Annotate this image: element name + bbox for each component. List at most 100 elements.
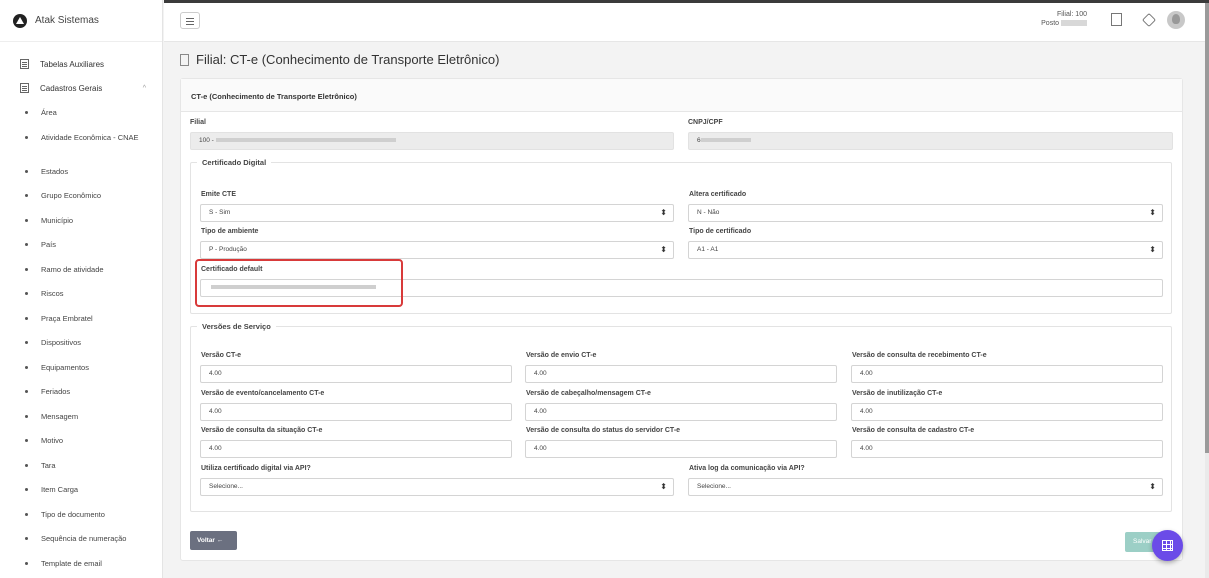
sidebar-item[interactable]: Município bbox=[0, 212, 162, 237]
sidebar-item-label: Tara bbox=[41, 460, 56, 470]
versao-evento-input[interactable]: 4.00 bbox=[200, 403, 512, 421]
versao-cabecalho-input[interactable]: 4.00 bbox=[525, 403, 837, 421]
versao-cte-value: 4.00 bbox=[209, 370, 222, 377]
sidebar-item-label: Dispositivos bbox=[41, 338, 82, 347]
sidebar-item-label: Atividade Econômica - CNAE bbox=[41, 132, 139, 142]
sidebar-item[interactable]: Atividade Econômica - CNAE bbox=[0, 129, 162, 163]
sidebar-item-label: Template de email bbox=[41, 558, 102, 568]
sidebar-group-label: Cadastros Gerais bbox=[40, 83, 103, 93]
versao-cadastro-input[interactable]: 4.00 bbox=[851, 440, 1163, 458]
bullet-icon bbox=[25, 365, 28, 369]
sidebar-item[interactable]: Área bbox=[0, 104, 162, 129]
bullet-icon bbox=[25, 463, 28, 467]
sidebar-item[interactable]: Riscos bbox=[0, 285, 162, 310]
certificado-api-label: Utiliza certificado digital via API? bbox=[201, 465, 311, 472]
versao-cte-label: Versão CT-e bbox=[201, 352, 242, 359]
versao-cadastro-label: Versão de consulta de cadastro CT-e bbox=[852, 427, 975, 434]
cube-icon[interactable] bbox=[1141, 12, 1157, 28]
hamburger-menu-button[interactable] bbox=[180, 12, 200, 29]
page-title: Filial: CT-e (Conhecimento de Transporte… bbox=[180, 52, 499, 67]
sidebar-item-label: Grupo Econômico bbox=[41, 191, 102, 200]
posto-value-redacted bbox=[1061, 20, 1087, 27]
cnpj-label: CNPJ/CPF bbox=[688, 119, 723, 126]
versao-status-servidor-label: Versão de consulta do status do servidor… bbox=[526, 427, 681, 434]
altera-certificado-select[interactable]: N - Não bbox=[688, 204, 1163, 222]
bullet-icon bbox=[25, 390, 28, 393]
sidebar-item-label: Feriados bbox=[41, 387, 71, 396]
log-api-value: Selecione... bbox=[697, 483, 731, 490]
sidebar-group-tabelas-auxiliares[interactable]: Tabelas Auxiliares bbox=[0, 52, 162, 76]
highlight-box bbox=[195, 259, 403, 307]
floating-action-button[interactable] bbox=[1152, 530, 1183, 561]
sidebar-item-label: Ramo de atividade bbox=[41, 264, 104, 274]
tipo-ambiente-value: P - Produção bbox=[209, 246, 247, 253]
versao-consulta-situacao-input[interactable]: 4.00 bbox=[200, 440, 512, 458]
versao-cadastro-value: 4.00 bbox=[860, 445, 873, 452]
sidebar-item[interactable]: Item Carga bbox=[0, 481, 162, 506]
hamburger-line bbox=[186, 18, 194, 19]
sidebar-submenu: Área Atividade Econômica - CNAE Estados … bbox=[0, 100, 162, 578]
sidebar-item-label: Equipamentos bbox=[41, 362, 89, 372]
user-avatar[interactable] bbox=[1167, 11, 1185, 29]
sidebar-item[interactable]: Estados bbox=[0, 163, 162, 188]
sidebar-item[interactable]: Feriados bbox=[0, 383, 162, 408]
sidebar-item[interactable]: Tara bbox=[0, 457, 162, 482]
versao-inutilizacao-value: 4.00 bbox=[860, 408, 873, 415]
hamburger-line bbox=[186, 21, 194, 22]
versao-cabecalho-label: Versão de cabeçalho/mensagem CT-e bbox=[526, 390, 651, 397]
versao-consulta-recebimento-label: Versão de consulta de recebimento CT-e bbox=[852, 352, 987, 359]
voltar-button[interactable]: Voltar ← bbox=[190, 531, 237, 550]
tipo-ambiente-select[interactable]: P - Produção bbox=[200, 241, 674, 259]
emite-cte-select[interactable]: S - Sim bbox=[200, 204, 674, 222]
building-icon[interactable] bbox=[1111, 13, 1122, 26]
versao-inutilizacao-input[interactable]: 4.00 bbox=[851, 403, 1163, 421]
sidebar-item-label: Riscos bbox=[41, 289, 64, 298]
tipo-certificado-select[interactable]: A1 - A1 bbox=[688, 241, 1163, 259]
redacted-text bbox=[215, 138, 396, 143]
sidebar-item[interactable]: Dispositivos bbox=[0, 334, 162, 359]
sidebar-item[interactable]: País bbox=[0, 236, 162, 261]
topbar: Filial: 100 Posto bbox=[164, 0, 1209, 42]
cnpj-field: 6 bbox=[688, 132, 1173, 150]
bullet-icon bbox=[25, 169, 28, 173]
brand-name: Atak Sistemas bbox=[35, 15, 99, 26]
versao-consulta-recebimento-input[interactable]: 4.00 bbox=[851, 365, 1163, 383]
bullet-icon bbox=[25, 439, 28, 442]
versao-cabecalho-value: 4.00 bbox=[534, 408, 547, 415]
sidebar-item[interactable]: Equipamentos bbox=[0, 359, 162, 384]
versao-consulta-situacao-value: 4.00 bbox=[209, 445, 222, 452]
filial-value: 100 - bbox=[199, 137, 216, 144]
sidebar-item[interactable]: Sequência de numeração bbox=[0, 530, 162, 555]
versao-cte-input[interactable]: 4.00 bbox=[200, 365, 512, 383]
versao-status-servidor-input[interactable]: 4.00 bbox=[525, 440, 837, 458]
versao-consulta-situacao-label: Versão de consulta da situação CT-e bbox=[201, 427, 323, 434]
versao-consulta-recebimento-value: 4.00 bbox=[860, 370, 873, 377]
sidebar-group-cadastros-gerais[interactable]: Cadastros Gerais ^ bbox=[0, 76, 162, 100]
sidebar-item[interactable]: Motivo bbox=[0, 432, 162, 457]
versao-evento-value: 4.00 bbox=[209, 408, 222, 415]
sidebar-item-label: Mensagem bbox=[41, 411, 79, 421]
sidebar-item[interactable]: Tipo de documento bbox=[0, 506, 162, 531]
versoes-servico-legend: Versões de Serviço bbox=[202, 322, 271, 331]
sidebar-item[interactable]: Template de email bbox=[0, 555, 162, 578]
certificado-digital-legend: Certificado Digital bbox=[202, 158, 267, 167]
sidebar-item[interactable]: Praça Embratel bbox=[0, 310, 162, 335]
sidebar-item-label: Tipo de documento bbox=[41, 509, 105, 519]
posto-label: Posto bbox=[1041, 20, 1060, 27]
versao-status-servidor-value: 4.00 bbox=[534, 445, 547, 452]
sidebar-item[interactable]: Mensagem bbox=[0, 408, 162, 433]
page-scrollbar[interactable] bbox=[1205, 3, 1209, 578]
building-icon bbox=[180, 53, 189, 66]
bullet-icon bbox=[25, 512, 28, 516]
document-icon bbox=[20, 83, 29, 93]
sidebar-item[interactable]: Ramo de atividade bbox=[0, 261, 162, 286]
filial-info[interactable]: Filial: 100 Posto bbox=[1041, 10, 1087, 28]
tipo-certificado-label: Tipo de certificado bbox=[689, 228, 752, 235]
altera-certificado-value: N - Não bbox=[697, 209, 720, 216]
certificado-api-select[interactable]: Selecione... bbox=[200, 478, 674, 496]
sidebar-item[interactable]: Grupo Econômico bbox=[0, 187, 162, 212]
brand[interactable]: Atak Sistemas bbox=[0, 0, 162, 42]
versao-envio-input[interactable]: 4.00 bbox=[525, 365, 837, 383]
log-api-select[interactable]: Selecione... bbox=[688, 478, 1163, 496]
scrollbar-thumb[interactable] bbox=[1205, 3, 1209, 453]
